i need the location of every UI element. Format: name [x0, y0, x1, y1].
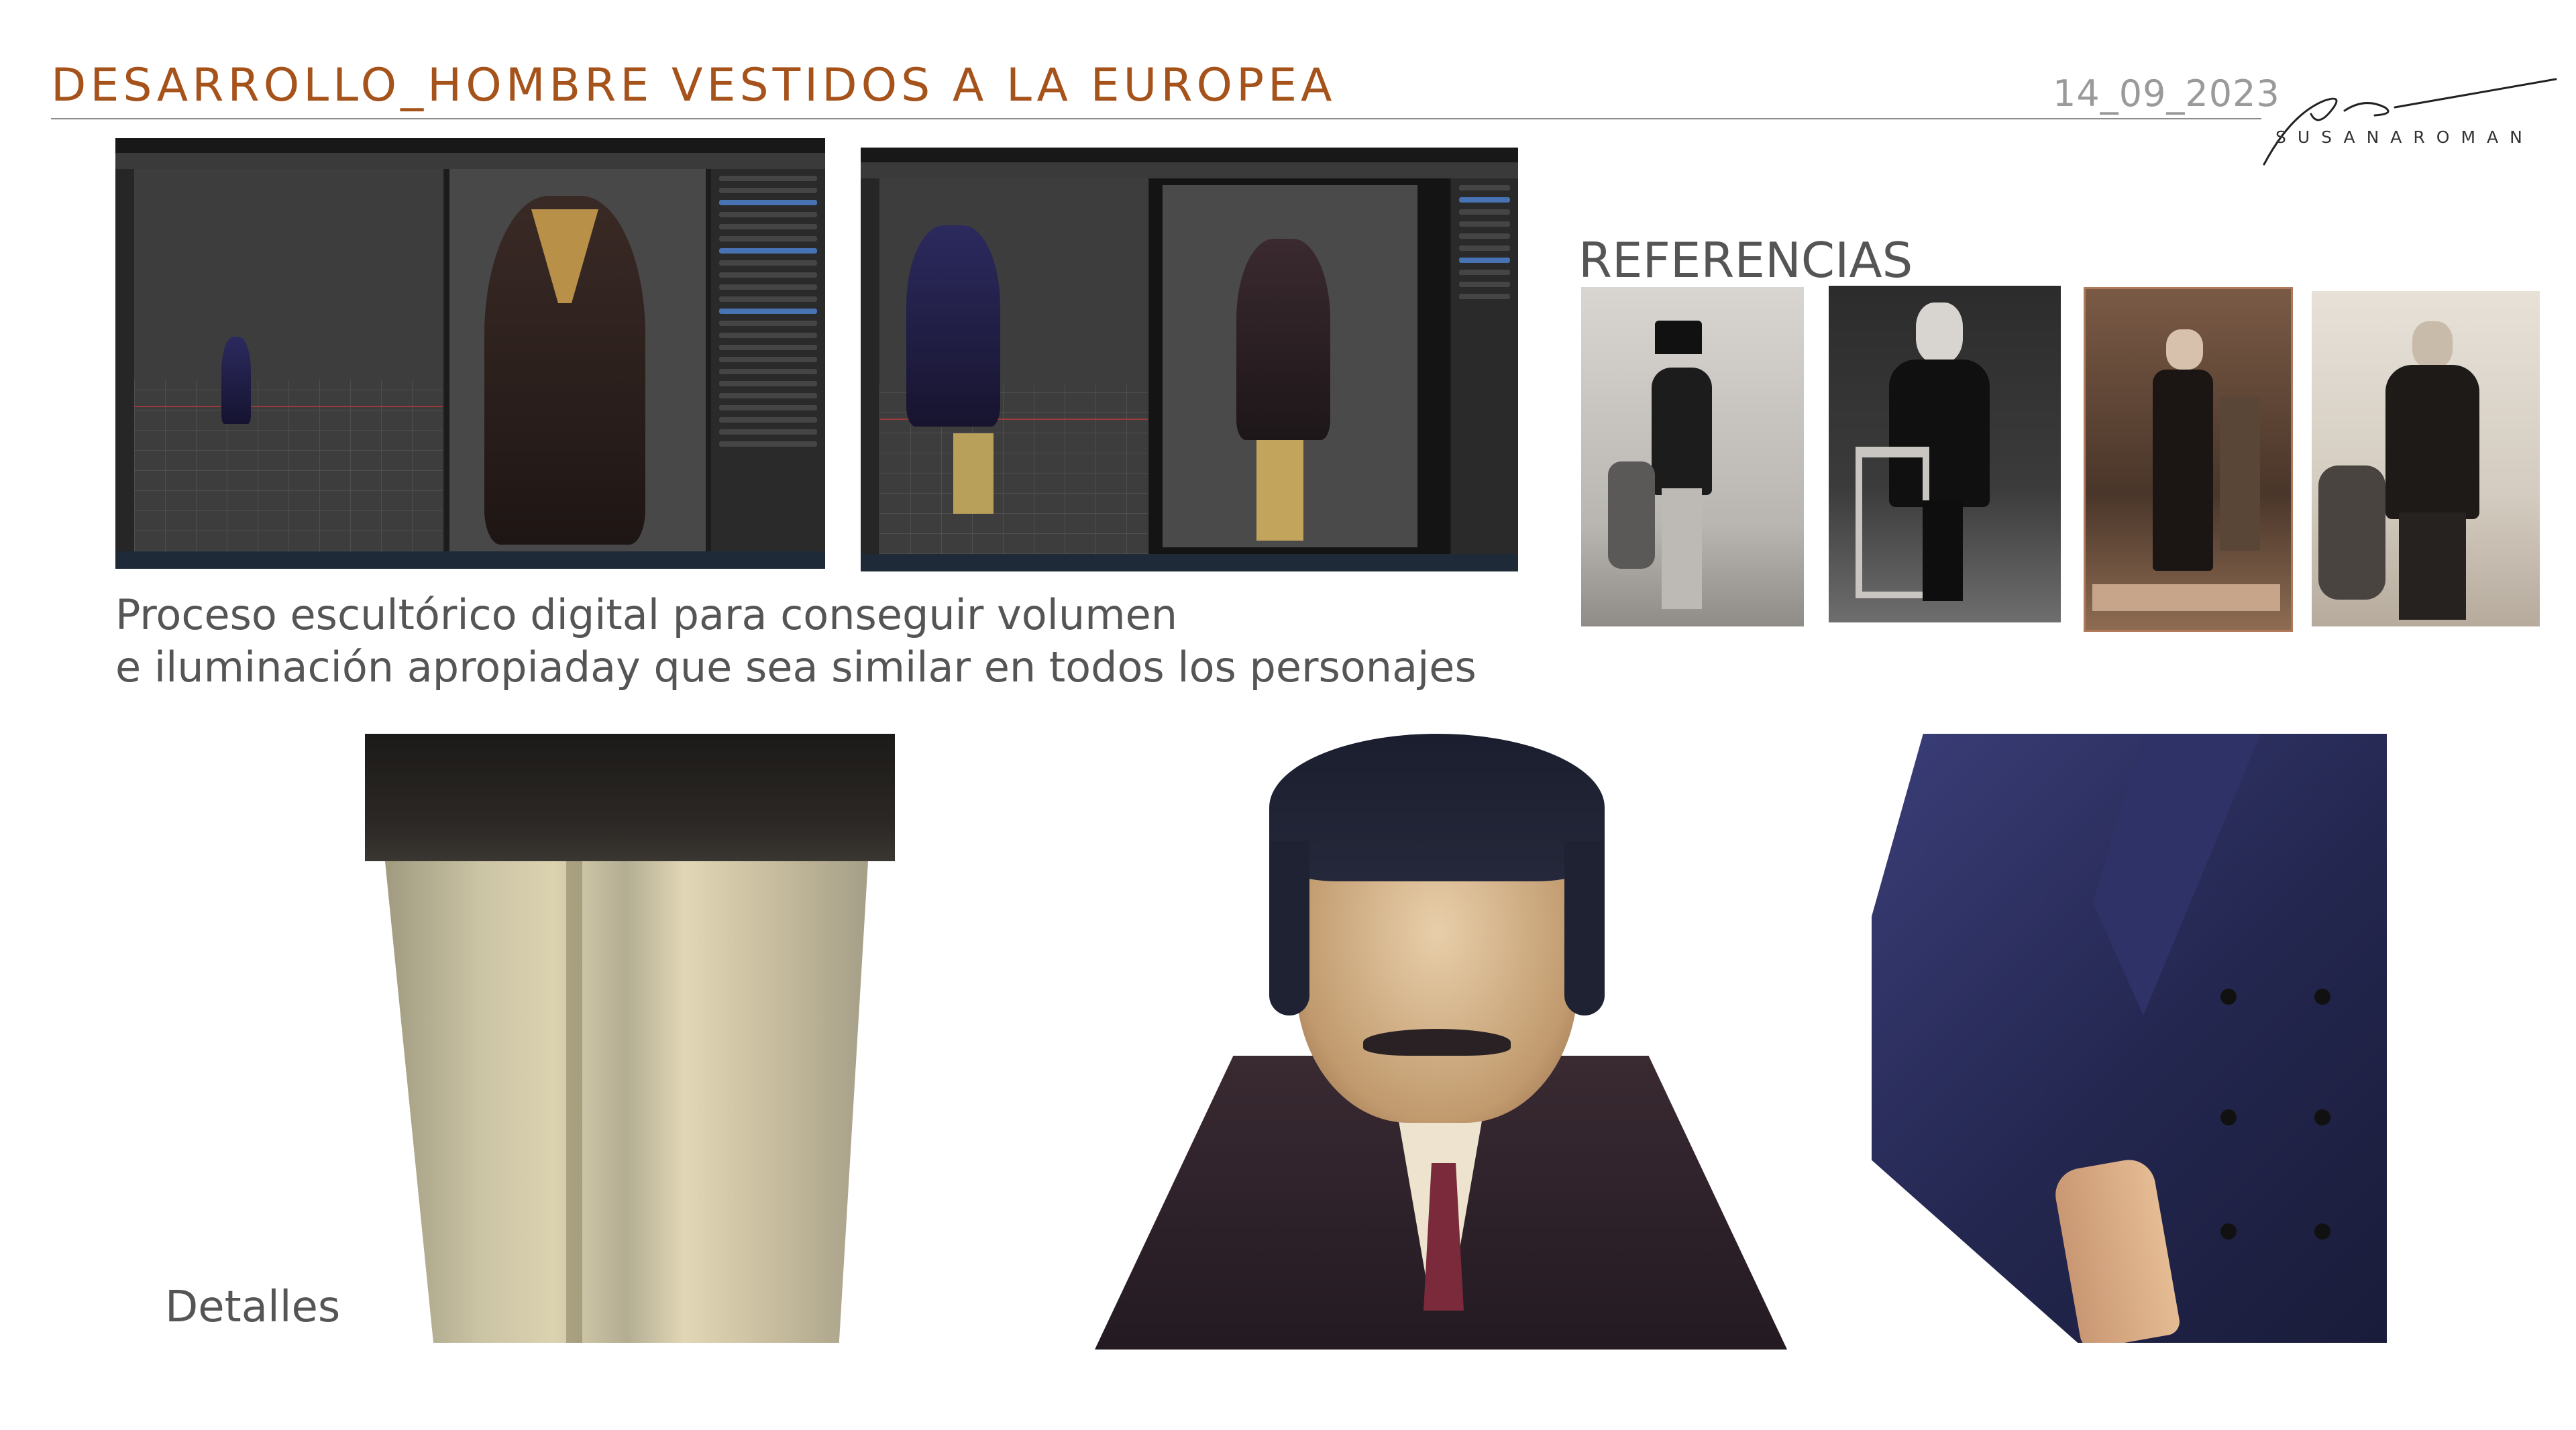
reference-photo-3 — [2084, 287, 2293, 632]
app-toolbar — [861, 162, 1518, 178]
signature-logo — [2263, 78, 2557, 166]
taskbar — [861, 554, 1518, 571]
viewport-camera — [1149, 178, 1451, 554]
tool-strip — [115, 169, 134, 551]
app-menubar — [861, 148, 1518, 162]
coat-detail-painting — [1872, 734, 2387, 1343]
blender-screenshot-1 — [115, 138, 825, 569]
app-toolbar — [115, 153, 825, 169]
app-menubar — [115, 138, 825, 153]
blender-screenshot-2 — [861, 148, 1518, 571]
tool-strip — [861, 178, 879, 554]
caption-line-1: Proceso escultórico digital para consegu… — [115, 590, 1178, 639]
reference-photo-1 — [1581, 287, 1804, 626]
reference-photo-4 — [2312, 291, 2540, 626]
caption-line-2: e iluminación apropiaday que sea similar… — [115, 643, 1477, 692]
brand-name: SUSANAROMAN — [2275, 127, 2534, 147]
page-title: DESARROLLO_HOMBRE VESTIDOS A LA EUROPEA — [51, 59, 1336, 112]
trousers-detail-painting — [365, 734, 895, 1343]
details-label: Detalles — [165, 1282, 341, 1332]
reference-photo-2 — [1829, 286, 2061, 622]
taskbar — [115, 551, 825, 569]
viewport-left — [879, 178, 1148, 554]
properties-panel — [1450, 178, 1518, 554]
title-divider — [51, 118, 2261, 119]
portrait-detail-painting — [1095, 734, 1787, 1350]
viewport-camera — [444, 169, 711, 551]
references-title: REFERENCIAS — [1578, 232, 1913, 288]
date-label: 14_09_2023 — [2053, 72, 2280, 115]
properties-panel — [710, 169, 825, 551]
viewport-left — [134, 169, 443, 551]
process-caption: Proceso escultórico digital para consegu… — [115, 589, 1477, 694]
